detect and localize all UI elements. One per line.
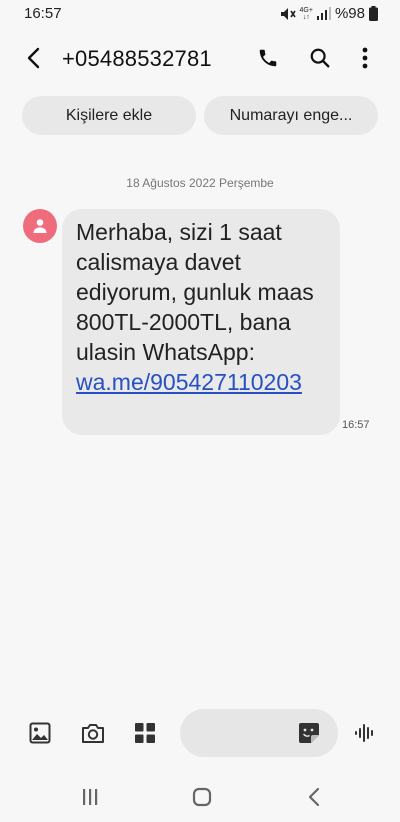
system-nav-bar: [0, 772, 400, 820]
more-vert-icon: [362, 47, 368, 69]
message-bubble[interactable]: Merhaba, sizi 1 saat calismaya davet edi…: [62, 209, 340, 435]
nav-back-icon: [308, 787, 320, 807]
status-bar: 16:57 4G+ ↓↑ %98: [0, 0, 400, 28]
avatar[interactable]: [23, 209, 57, 243]
message-input[interactable]: [180, 709, 338, 757]
gallery-icon: [29, 722, 51, 744]
home-button[interactable]: [189, 784, 215, 810]
signal-icon: [316, 7, 331, 20]
call-button[interactable]: [254, 44, 282, 72]
recents-button[interactable]: [77, 784, 103, 810]
message-timestamp: 16:57: [342, 419, 370, 431]
contact-number-title: +05488532781: [62, 46, 212, 71]
date-separator: 18 Ağustos 2022 Perşembe: [126, 176, 274, 190]
message-link[interactable]: wa.me/905427110203: [76, 369, 302, 395]
battery-icon: [369, 6, 378, 21]
more-options-button[interactable]: [351, 44, 379, 72]
status-icons: 4G+ ↓↑ %98: [280, 5, 378, 22]
apps-icon: [135, 723, 155, 743]
search-icon: [310, 48, 330, 68]
nav-back-button[interactable]: [301, 784, 327, 810]
mute-icon: [280, 7, 296, 20]
apps-button[interactable]: [132, 720, 158, 746]
search-button[interactable]: [306, 44, 334, 72]
add-to-contacts-button[interactable]: Kişilere ekle: [22, 96, 196, 135]
camera-button[interactable]: [80, 720, 106, 746]
back-arrow-icon: [27, 47, 40, 69]
gallery-button[interactable]: [27, 720, 53, 746]
composer-bar: [0, 708, 400, 758]
recents-icon: [83, 789, 98, 805]
status-time: 16:57: [24, 5, 62, 22]
back-button[interactable]: [20, 44, 48, 72]
voice-record-button[interactable]: [352, 720, 378, 746]
phone-icon: [259, 49, 277, 67]
conversation-header: +05488532781: [0, 36, 400, 80]
sticker-icon: [299, 723, 319, 743]
network-indicator: 4G+ ↓↑: [299, 6, 313, 21]
voice-icon: [355, 724, 373, 742]
camera-icon: [82, 724, 104, 743]
message-text: Merhaba, sizi 1 saat calismaya davet edi…: [76, 219, 314, 365]
home-icon: [192, 787, 212, 807]
block-number-button[interactable]: Numarayı enge...: [204, 96, 378, 135]
person-icon: [33, 219, 47, 233]
sticker-button[interactable]: [296, 720, 322, 746]
battery-percent: %98: [334, 5, 365, 22]
